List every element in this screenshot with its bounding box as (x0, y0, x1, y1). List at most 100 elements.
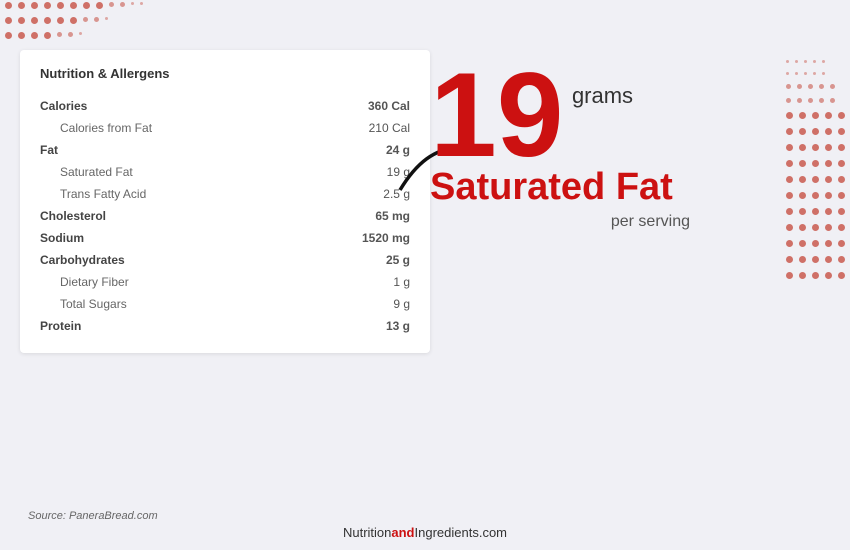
table-row: Calories360 Cal (40, 95, 410, 117)
dot (797, 84, 802, 89)
dot (813, 72, 816, 75)
dot (838, 192, 845, 199)
nutrient-label: Dietary Fiber (40, 271, 299, 293)
big-stat: 19 grams Saturated Fat per serving (430, 55, 690, 231)
dot (825, 144, 832, 151)
dot (822, 60, 825, 63)
nutrient-value: 1 g (299, 271, 410, 293)
table-row: Sodium1520 mg (40, 227, 410, 249)
dot (797, 98, 802, 103)
table-row: Total Sugars9 g (40, 293, 410, 315)
dot (70, 2, 77, 9)
dot (838, 176, 845, 183)
dot (786, 256, 793, 263)
table-row: Protein13 g (40, 315, 410, 337)
dot (819, 84, 824, 89)
dot (812, 224, 819, 231)
dot (94, 17, 99, 22)
dot (799, 112, 806, 119)
dot (140, 2, 143, 5)
table-row: Trans Fatty Acid2.5 g (40, 183, 410, 205)
dot (44, 2, 51, 9)
dot (799, 256, 806, 263)
dot (57, 17, 64, 24)
dot (57, 32, 62, 37)
nutrient-value: 360 Cal (299, 95, 410, 117)
nutrient-value: 65 mg (299, 205, 410, 227)
table-row: Fat24 g (40, 139, 410, 161)
table-row: Dietary Fiber1 g (40, 271, 410, 293)
dot (838, 112, 845, 119)
source-text: Source: PaneraBread.com (28, 510, 158, 522)
dot (18, 2, 25, 9)
dot (799, 144, 806, 151)
footer-highlight: and (391, 525, 414, 540)
table-row: Saturated Fat19 g (40, 161, 410, 183)
nutrition-card: Nutrition & Allergens Calories360 CalCal… (20, 50, 430, 353)
dot (799, 160, 806, 167)
dot (812, 208, 819, 215)
dot (795, 60, 798, 63)
nutrient-label: Trans Fatty Acid (40, 183, 299, 205)
table-row: Carbohydrates25 g (40, 249, 410, 271)
nutrition-table: Calories360 CalCalories from Fat210 CalF… (40, 95, 410, 337)
dot (786, 144, 793, 151)
dot (786, 208, 793, 215)
dot (5, 17, 12, 24)
dot (812, 144, 819, 151)
dot (812, 272, 819, 279)
dot (838, 272, 845, 279)
dot (804, 60, 807, 63)
dot (808, 84, 813, 89)
dot (822, 72, 825, 75)
nutrient-value: 9 g (299, 293, 410, 315)
dot (825, 112, 832, 119)
dot (799, 240, 806, 247)
dot (31, 17, 38, 24)
dot (838, 128, 845, 135)
nutrient-value: 13 g (299, 315, 410, 337)
footer-prefix: Nutrition (343, 525, 391, 540)
dot (31, 32, 38, 39)
dot (838, 224, 845, 231)
dot (825, 176, 832, 183)
dot (812, 112, 819, 119)
dot (799, 176, 806, 183)
card-title: Nutrition & Allergens (40, 66, 410, 81)
nutrient-value: 25 g (299, 249, 410, 271)
dot (812, 192, 819, 199)
dot (812, 128, 819, 135)
dot (838, 240, 845, 247)
dot (70, 17, 77, 24)
dot (799, 192, 806, 199)
dot (5, 2, 12, 9)
dot (786, 224, 793, 231)
nutrient-label: Sodium (40, 227, 299, 249)
dot (799, 224, 806, 231)
dot (838, 144, 845, 151)
dot (799, 272, 806, 279)
nutrient-label: Carbohydrates (40, 249, 299, 271)
nutrient-label: Total Sugars (40, 293, 299, 315)
dot (83, 2, 90, 9)
dot (825, 224, 832, 231)
dot (18, 32, 25, 39)
dot (786, 192, 793, 199)
dot (5, 32, 12, 39)
dot (812, 256, 819, 263)
dot (786, 176, 793, 183)
dot (808, 98, 813, 103)
dot (838, 160, 845, 167)
dot (825, 160, 832, 167)
nutrient-label: Fat (40, 139, 299, 161)
dot (79, 32, 82, 35)
dot (819, 98, 824, 103)
dot (109, 2, 114, 7)
dot (825, 240, 832, 247)
dot (786, 72, 789, 75)
dot (131, 2, 134, 5)
dot (44, 17, 51, 24)
dot (786, 128, 793, 135)
nutrient-label: Calories (40, 95, 299, 117)
dot (786, 98, 791, 103)
